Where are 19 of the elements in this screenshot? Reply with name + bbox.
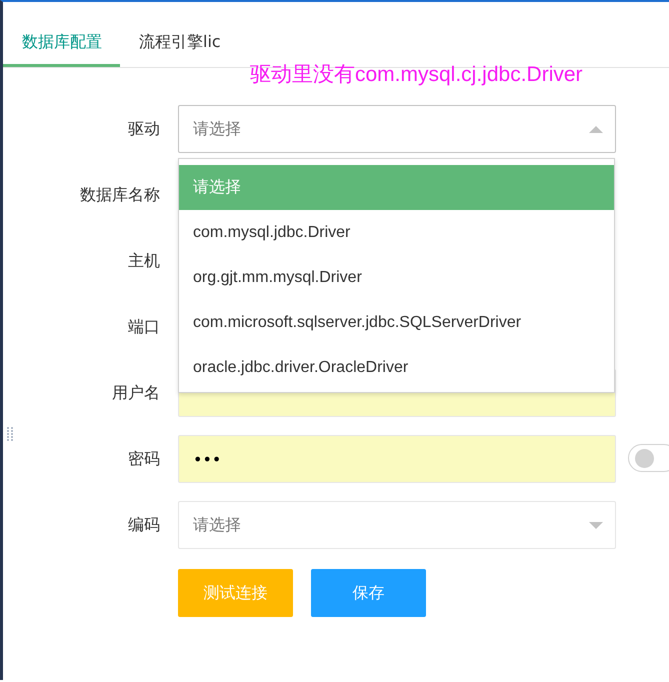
dropdown-option[interactable]: oracle.jdbc.driver.OracleDriver	[179, 345, 614, 390]
field-label: 密码	[127, 448, 161, 470]
select-field[interactable]: 请选择	[178, 105, 616, 153]
dropdown-option[interactable]: org.gjt.mm.mysql.Driver	[179, 255, 614, 300]
drag-handle-icon[interactable]	[7, 427, 13, 441]
tab[interactable]: 数据库配置	[3, 20, 120, 67]
field-label: 主机	[127, 250, 161, 272]
field-label: 驱动	[127, 118, 161, 140]
field-label: 端口	[127, 316, 161, 338]
dropdown-option[interactable]: com.microsoft.sqlserver.jdbc.SQLServerDriver	[179, 300, 614, 345]
dropdown-option[interactable]: com.mysql.jdbc.Driver	[179, 210, 614, 255]
select-field[interactable]: 请选择	[178, 501, 616, 549]
toggle-switch[interactable]	[628, 444, 669, 472]
tab[interactable]: 流程引擎lic	[120, 20, 239, 67]
password-field[interactable]: •••	[178, 435, 616, 483]
field-label: 用户名	[111, 382, 161, 404]
field-label: 数据库名称	[79, 184, 161, 206]
annotation-text: 驱动里没有com.mysql.cj.jdbc.Driver	[250, 62, 583, 88]
field-label: 编码	[127, 514, 161, 536]
